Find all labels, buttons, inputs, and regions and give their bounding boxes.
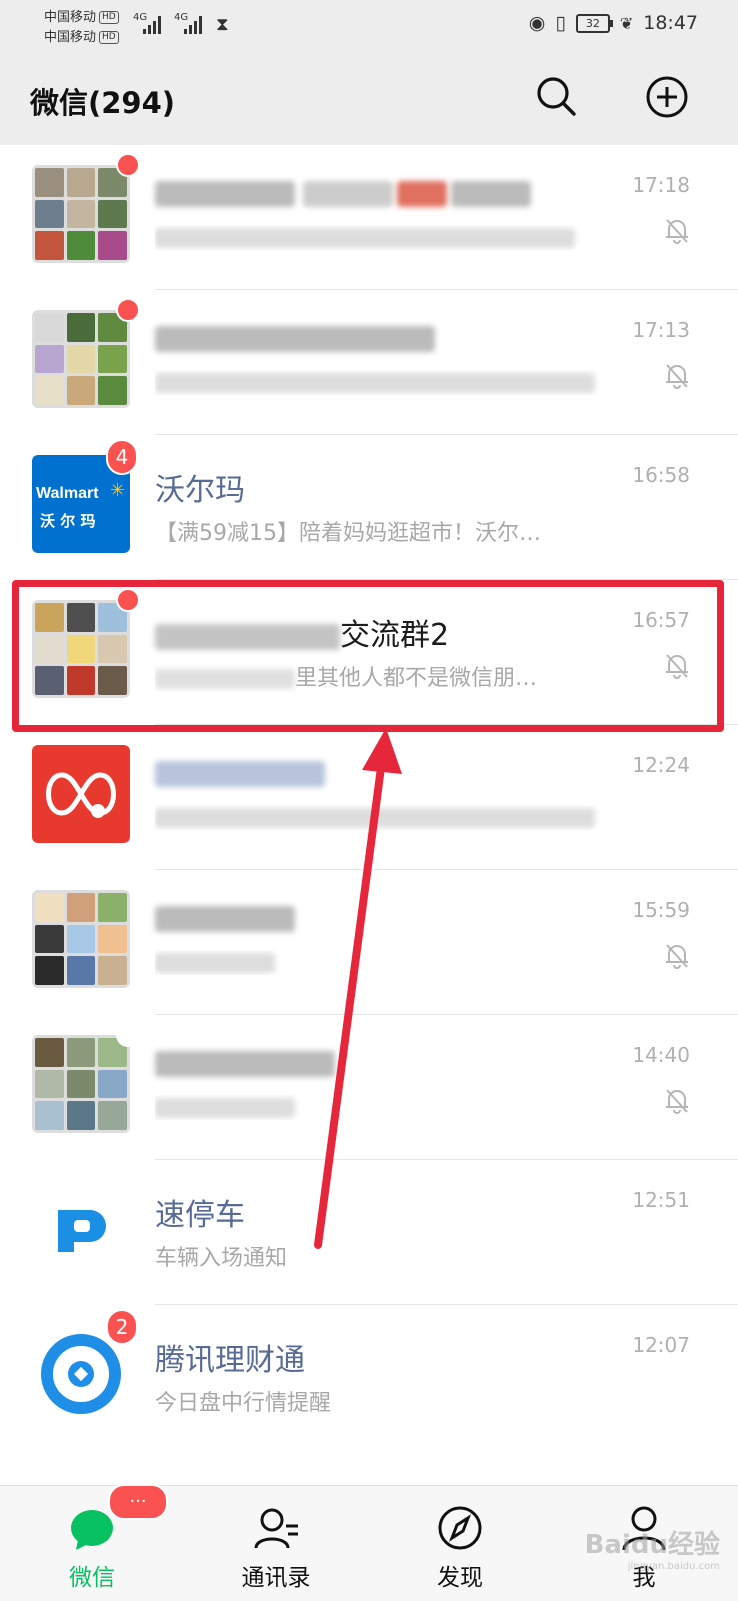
tab-weixin[interactable]: ··· 微信 [0,1484,184,1601]
chat-row-sutingche[interactable]: 速停车 车辆入场通知 12:51 [0,1160,738,1305]
chat-preview: 车辆入场通知 [155,1246,288,1271]
mute-bell-icon [666,219,688,244]
chat-time: 17:18 [632,173,690,197]
group-avatar [32,890,130,988]
chat-preview [155,805,615,830]
chat-time: 17:13 [632,318,690,342]
header: 微信(294) [0,50,738,145]
compass-icon [438,1506,482,1550]
chat-row-walmart[interactable]: Walmart ✳ 沃 尔 玛 4 沃尔玛 【满59减15】陪着妈妈逛超市！沃尔… [0,435,738,580]
mute-bell-icon [666,1089,688,1114]
eye-icon: ◉ [528,12,546,34]
chat-time: 15:59 [632,898,690,922]
chat-list: 17:18 17:13 Walmart ✳ 沃 尔 玛 4 沃尔玛 【满59减1… [0,145,738,1485]
chat-name [155,1045,335,1080]
chat-time: 16:58 [632,463,690,487]
walmart-logo-subtext: 沃 尔 玛 [40,512,96,530]
app-avatar [32,745,130,843]
tab-contacts[interactable]: 通讯录 [184,1486,368,1601]
chat-name [155,755,325,790]
chat-preview: 【满59减15】陪着妈妈逛超市！沃尔… [155,521,541,546]
chat-row-licaitong[interactable]: 2 腾讯理财通 今日盘中行情提醒 12:07 [0,1305,738,1450]
contacts-icon [254,1508,298,1549]
chat-preview [155,950,615,975]
carrier-2: 中国移动 HD [44,26,119,45]
chat-name: 腾讯理财通 [155,1343,305,1378]
chat-row[interactable]: 12:24 [0,725,738,870]
chat-row[interactable]: 15:59 [0,870,738,1015]
chat-name [155,320,435,355]
group-avatar [32,310,130,408]
plus-circle-icon [646,76,688,118]
search-button[interactable] [532,72,582,122]
hourglass-icon: ⧗ [216,14,229,35]
tab-discover[interactable]: 发现 [368,1486,552,1601]
chat-name [155,175,531,210]
page-title: 微信(294) [30,86,176,120]
chat-preview [155,370,615,395]
chat-name: 速停车 [155,1198,245,1233]
carrier-1: 中国移动 HD [44,6,119,25]
search-icon [537,77,576,116]
mute-bell-icon [666,364,688,389]
tab-label: 微信 [69,1565,115,1591]
vibrate-icon: ▯ [555,12,566,34]
group-avatar [32,1035,130,1133]
unread-badge: 2 [106,1309,138,1345]
chat-time: 12:51 [632,1188,690,1212]
infinity-logo-icon [46,772,116,818]
chat-row[interactable]: 14:40 [0,1015,738,1160]
walmart-logo-text: Walmart [36,485,99,502]
battery-icon: 32 [575,13,613,33]
tab-label: 发现 [437,1565,483,1591]
chat-time: 12:07 [632,1333,690,1357]
unread-dot [116,298,140,322]
tab-badge: ··· [108,1484,168,1520]
highlight-box [12,580,724,732]
tab-label: 通讯录 [241,1565,311,1591]
status-time: 18:47 [643,12,698,34]
chat-row[interactable]: 17:13 [0,290,738,435]
chat-preview: 今日盘中行情提醒 [155,1391,332,1416]
unread-badge: 4 [106,439,138,475]
group-avatar [32,165,130,263]
chat-row[interactable]: 17:18 [0,145,738,290]
baidu-watermark: Baidu经验 jingyan.baidu.com [584,1530,720,1572]
unread-dot [116,153,140,177]
chat-preview [155,1095,615,1120]
chat-time: 12:24 [632,753,690,777]
mute-bell-icon [666,944,688,969]
status-bar: 中国移动 HD 中国移动 HD 4G 4G ⧗ ◉ ▯ 32 ❦ 18:47 [0,0,738,50]
leaf-icon: ❦ [619,13,634,33]
add-button[interactable] [642,72,692,122]
parking-p-icon [58,1210,106,1252]
sutingche-avatar [32,1180,130,1278]
chat-time: 14:40 [632,1043,690,1067]
signal-icon [184,14,202,34]
signal-icon [143,14,161,34]
chat-name [155,900,295,935]
chat-preview [155,225,615,250]
spark-icon: ✳ [110,480,126,501]
unread-dot [116,1023,140,1047]
status-right: ◉ ▯ 32 ❦ 18:47 [529,12,698,34]
chat-name: 沃尔玛 [155,473,245,508]
